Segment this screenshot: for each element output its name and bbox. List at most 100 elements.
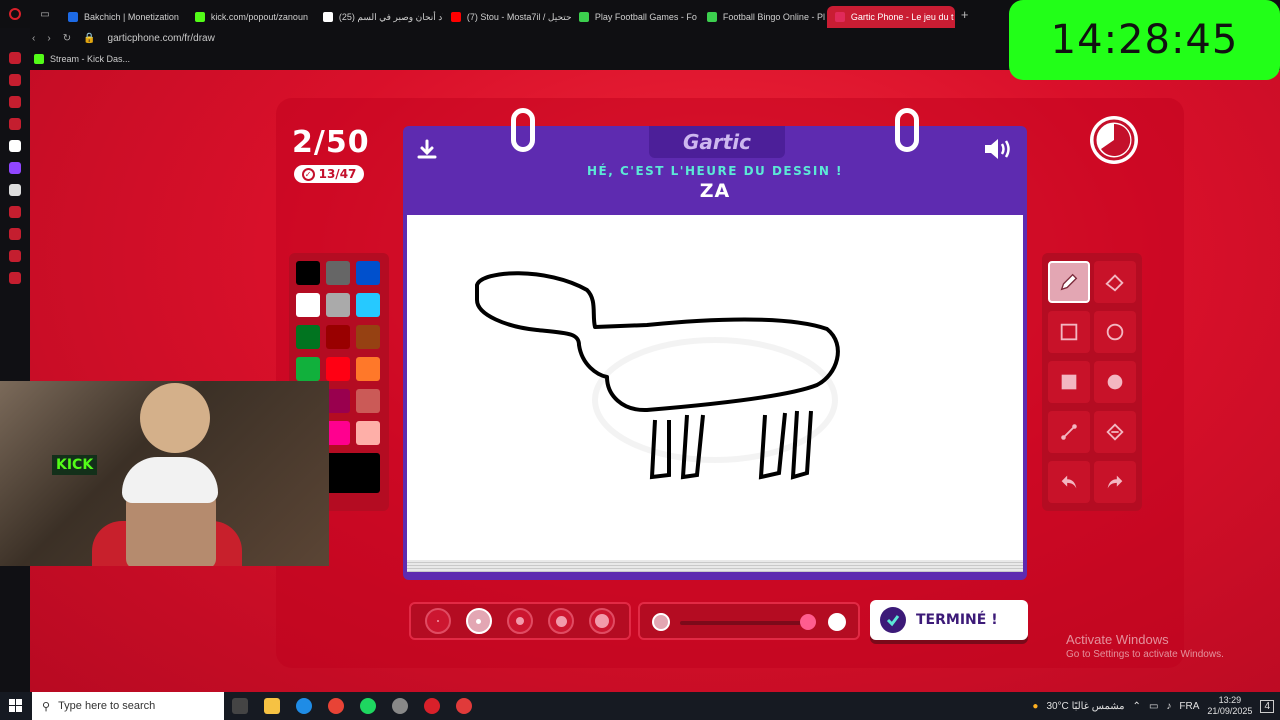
edge-icon[interactable] — [296, 698, 312, 714]
color-swatch[interactable] — [296, 261, 320, 285]
color-swatch[interactable] — [356, 421, 380, 445]
brush-size-button[interactable] — [424, 608, 451, 634]
color-swatch[interactable] — [326, 293, 350, 317]
reload-icon[interactable]: ↻ — [63, 33, 71, 44]
browser-tab[interactable]: (7) Stou - Mosta7il / حتحيل — [443, 6, 571, 28]
fill-bucket-tool[interactable] — [1094, 411, 1136, 453]
color-swatch[interactable] — [296, 293, 320, 317]
webcam-overlay: KICK — [0, 381, 329, 566]
browser-tab[interactable]: Football Bingo Online - Pl — [699, 6, 827, 28]
ellipse-outline-tool[interactable] — [1094, 311, 1136, 353]
sidebar-app-icon[interactable] — [9, 140, 21, 152]
volume-icon[interactable] — [983, 136, 1013, 162]
color-swatch[interactable] — [326, 325, 350, 349]
bucket-icon — [1106, 423, 1124, 441]
brush-size-button[interactable] — [548, 608, 575, 634]
brush-size-button[interactable] — [589, 608, 616, 634]
lang-indicator[interactable]: FRA — [1179, 701, 1199, 712]
forward-icon[interactable]: › — [47, 33, 50, 44]
back-icon[interactable]: ‹ — [32, 33, 35, 44]
color-swatch[interactable] — [326, 389, 350, 413]
network-icon[interactable]: ▭ — [1149, 701, 1158, 712]
color-swatch[interactable] — [326, 357, 350, 381]
notification-icon[interactable]: 4 — [1260, 699, 1274, 713]
color-swatch[interactable] — [356, 325, 380, 349]
opacity-track[interactable] — [680, 621, 810, 625]
url-field[interactable]: garticphone.com/fr/draw — [108, 33, 215, 44]
chrome-icon[interactable] — [328, 698, 344, 714]
sidebar-history-icon[interactable] — [9, 228, 21, 240]
download-icon[interactable] — [415, 138, 439, 162]
opacity-handle[interactable] — [800, 614, 816, 630]
paper-stack-edge — [407, 560, 1023, 572]
sidebar-twitch-icon[interactable] — [9, 162, 21, 174]
timer-icon — [1090, 116, 1138, 164]
notification-count: 4 — [1264, 700, 1270, 712]
pencil-icon — [1060, 273, 1078, 291]
rectangle-outline-tool[interactable] — [1048, 311, 1090, 353]
spotify-icon[interactable] — [360, 698, 376, 714]
redo-icon — [1107, 475, 1123, 489]
color-swatch[interactable] — [296, 325, 320, 349]
sidebar-player-icon[interactable] — [9, 206, 21, 218]
line-tool[interactable] — [1048, 411, 1090, 453]
browser-tab[interactable]: kick.com/popout/zanoun — [187, 6, 315, 28]
new-tab-button[interactable]: + — [955, 7, 975, 22]
sidebar-x-icon[interactable] — [9, 184, 21, 196]
volume-tray-icon[interactable]: ♪ — [1166, 701, 1171, 712]
file-explorer-icon[interactable] — [264, 698, 280, 714]
done-button[interactable]: TERMINÉ ! — [870, 600, 1028, 640]
color-swatch[interactable] — [356, 261, 380, 285]
brush-size-button[interactable] — [465, 608, 492, 634]
opacity-slider[interactable] — [638, 602, 860, 640]
brush-size-selector — [409, 602, 631, 640]
sidebar-settings-icon[interactable] — [9, 272, 21, 284]
brush-size-dot — [595, 614, 610, 628]
browser-tab[interactable]: (25) أولاد أنحان وصبر في السم — [315, 6, 443, 28]
sidebar-speed-dial-icon[interactable] — [9, 52, 21, 64]
brush-size-dot — [515, 617, 524, 625]
sidebar-pin-icon[interactable] — [9, 250, 21, 262]
opera-menu-button[interactable] — [0, 0, 30, 28]
weather-text[interactable]: 30°C مشمس غالبًا — [1046, 701, 1124, 712]
browser-tab[interactable]: Gartic Phone - Le jeu du t — [826, 6, 955, 28]
sidebar-instagram-icon[interactable] — [9, 118, 21, 130]
taskbar-search[interactable]: ⚲ Type here to search — [32, 692, 224, 720]
drawing-strokes — [475, 271, 840, 480]
ellipse-fill-icon — [1107, 374, 1123, 390]
redo-tool[interactable] — [1094, 461, 1136, 503]
browser-tab[interactable]: Bakchich | Monetization — [60, 6, 187, 28]
drawing-canvas[interactable] — [407, 215, 1023, 560]
start-button[interactable] — [0, 692, 32, 720]
eraser-tool[interactable] — [1094, 261, 1136, 303]
brush-size-button[interactable] — [506, 608, 533, 634]
tab-overview-icon[interactable]: ▭ — [30, 0, 60, 28]
sidebar-ai-icon[interactable] — [9, 74, 21, 86]
app-taskbar-icon[interactable] — [456, 698, 472, 714]
opera-taskbar-icon[interactable] — [424, 698, 440, 714]
color-swatch[interactable] — [356, 293, 380, 317]
color-swatch[interactable] — [356, 389, 380, 413]
browser-tab[interactable]: Play Football Games - Fo — [571, 6, 699, 28]
task-view-icon[interactable] — [232, 698, 248, 714]
opacity-max-knob[interactable] — [828, 613, 846, 631]
wall-flag — [140, 383, 210, 453]
rectangle-fill-tool[interactable] — [1048, 361, 1090, 403]
sidebar-messenger-icon[interactable] — [9, 96, 21, 108]
system-clock[interactable]: 13:29 21/09/2025 — [1207, 695, 1252, 717]
undo-tool[interactable] — [1048, 461, 1090, 503]
obs-icon[interactable] — [392, 698, 408, 714]
opera-logo-icon — [9, 8, 21, 20]
color-swatch[interactable] — [326, 421, 350, 445]
opacity-min-knob[interactable] — [652, 613, 670, 631]
color-swatch[interactable] — [326, 261, 350, 285]
bookmark-item[interactable]: Stream - Kick Das... — [50, 54, 130, 64]
pencil-tool[interactable] — [1048, 261, 1090, 303]
search-icon: ⚲ — [42, 700, 51, 713]
kick-icon — [34, 54, 44, 64]
color-swatch[interactable] — [356, 357, 380, 381]
ellipse-fill-tool[interactable] — [1094, 361, 1136, 403]
rectangle-outline-icon — [1060, 323, 1078, 341]
color-swatch[interactable] — [296, 357, 320, 381]
chevron-up-icon[interactable]: ⌃ — [1133, 701, 1141, 712]
